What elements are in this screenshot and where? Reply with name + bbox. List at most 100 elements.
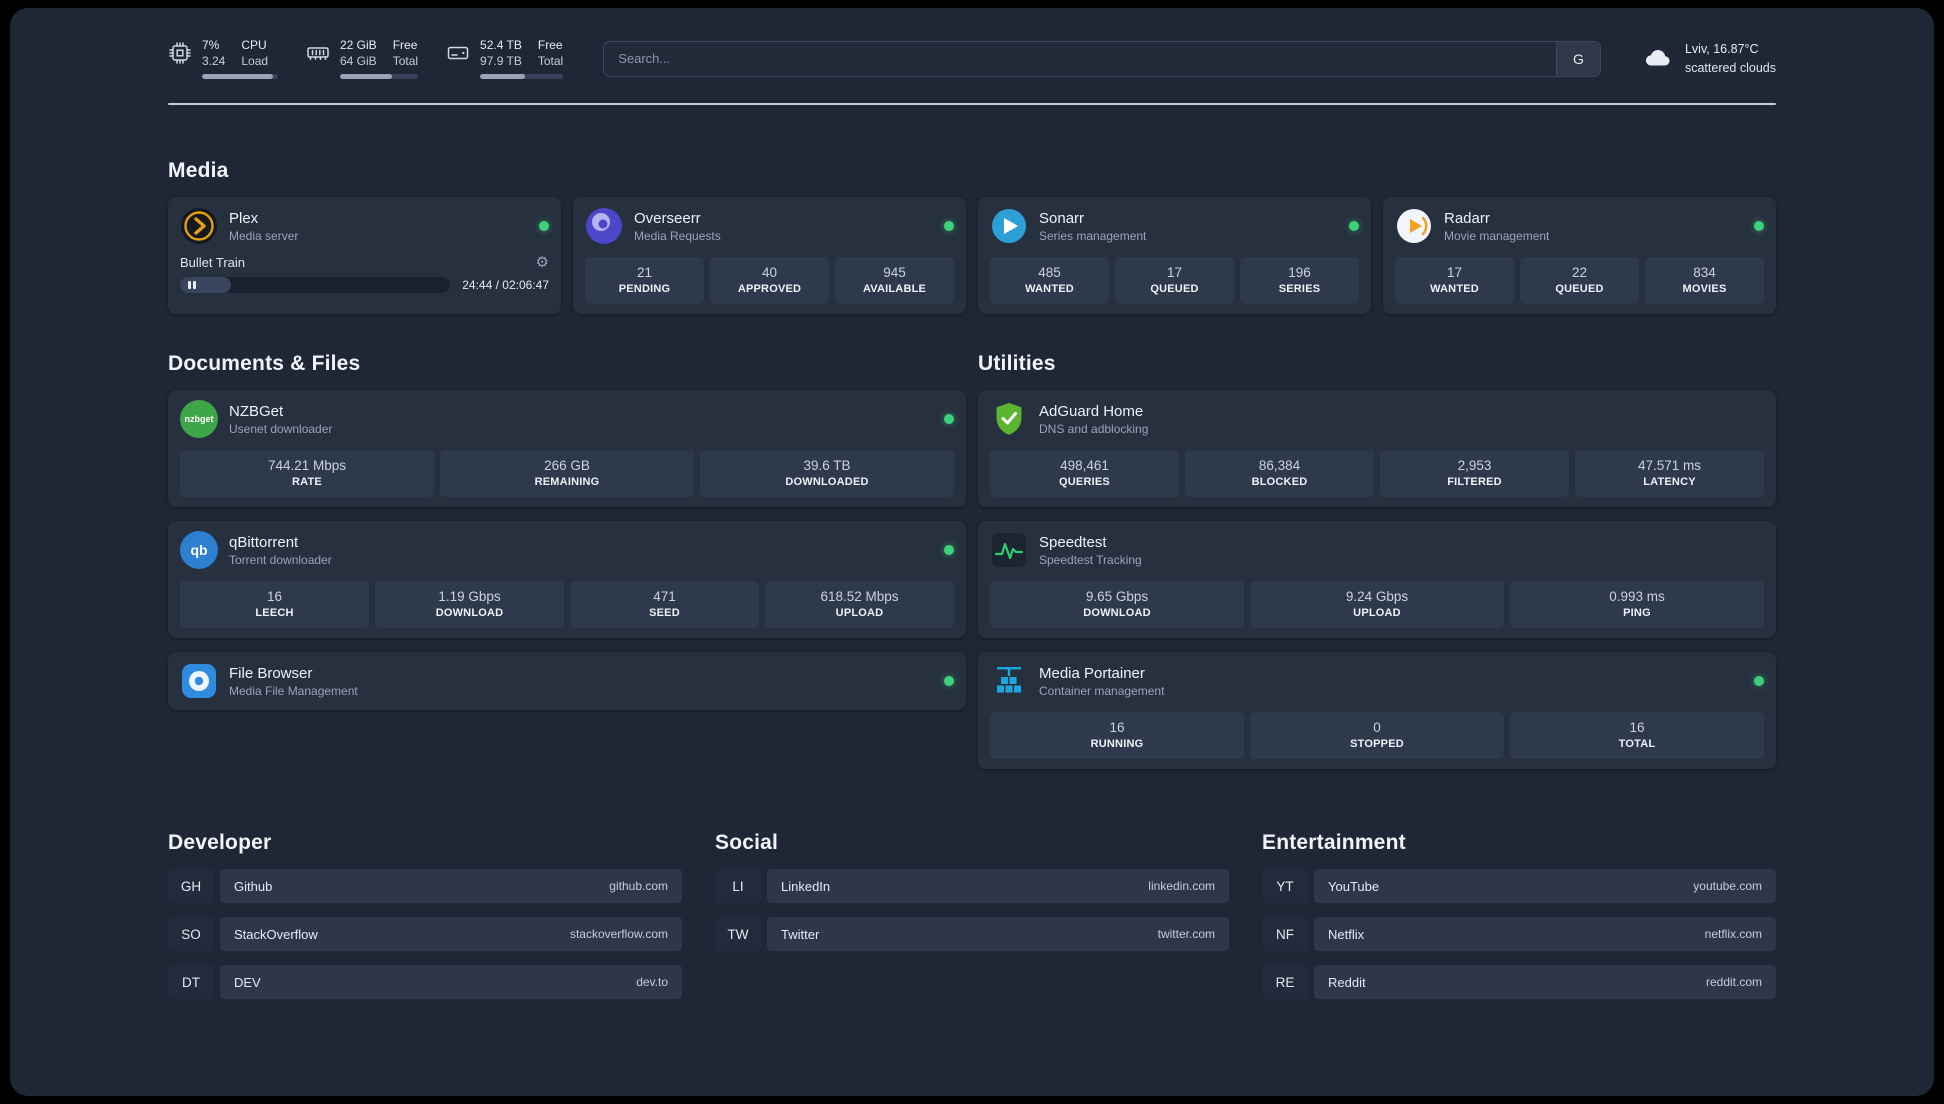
cpu-usage-bar xyxy=(202,74,278,80)
bookmark-domain: reddit.com xyxy=(1705,975,1762,990)
service-desc: Movie management xyxy=(1444,228,1550,243)
stat-tile: 39.6 TB DOWNLOADED xyxy=(700,450,954,498)
bookmark-group-social: Social LI LinkedIn linkedin.com TW Twitt… xyxy=(715,831,1229,999)
radarr-icon xyxy=(1395,207,1433,245)
bookmark-github[interactable]: GH Github github.com xyxy=(168,869,682,904)
bookmark-linkedin[interactable]: LI LinkedIn linkedin.com xyxy=(715,869,1229,904)
stat-tile: 9.24 Gbps UPLOAD xyxy=(1250,581,1504,629)
cpu-widget: 7% 3.24 CPU Load xyxy=(168,38,278,80)
disk-usage-bar-fill xyxy=(480,74,525,80)
bookmark-youtube[interactable]: YT YouTube youtube.com xyxy=(1262,869,1776,904)
bookmark-name: DEV xyxy=(234,974,261,990)
service-desc: Usenet downloader xyxy=(229,421,333,436)
stat-label: DOWNLOADED xyxy=(785,476,869,489)
service-card-qbittorrent[interactable]: qb qBittorrent Torrent downloader 16 LEE… xyxy=(168,521,966,639)
bookmark-stackoverflow[interactable]: SO StackOverflow stackoverflow.com xyxy=(168,917,682,952)
stat-tile: 16 TOTAL xyxy=(1510,712,1764,760)
stat-tile: 0.993 ms PING xyxy=(1510,581,1764,629)
topbar-divider xyxy=(168,103,1776,106)
stat-value: 21 xyxy=(636,265,653,281)
playback-time: 24:44 / 02:06:47 xyxy=(462,278,549,293)
search-provider-button[interactable]: G xyxy=(1555,41,1600,76)
stat-value: 498,461 xyxy=(1060,458,1109,474)
bookmark-name: LinkedIn xyxy=(781,878,831,894)
service-card-overseerr[interactable]: Overseerr Media Requests 21 PENDING 40 A… xyxy=(573,197,966,315)
service-name: Plex xyxy=(229,209,259,227)
stat-value: 17 xyxy=(1166,265,1183,281)
service-name: NZBGet xyxy=(229,402,284,420)
stat-label: QUEUED xyxy=(1150,283,1199,296)
stat-label: PING xyxy=(1623,607,1651,620)
service-desc: DNS and adblocking xyxy=(1039,421,1149,436)
status-dot xyxy=(944,414,954,425)
stat-label: APPROVED xyxy=(737,283,802,296)
service-card-portainer[interactable]: Media Portainer Container management 16 … xyxy=(978,652,1776,770)
section-documents: Documents & Files nzbget NZBGet Usenet d… xyxy=(168,352,966,711)
service-card-speedtest[interactable]: Speedtest Speedtest Tracking 9.65 Gbps D… xyxy=(978,521,1776,639)
status-dot xyxy=(944,221,954,232)
service-card-adguard[interactable]: AdGuard Home DNS and adblocking 498,461 … xyxy=(978,390,1776,508)
stat-tile: 1.19 Gbps DOWNLOAD xyxy=(375,581,564,629)
service-desc: Container management xyxy=(1039,683,1165,698)
bookmark-name: Twitter xyxy=(781,926,820,942)
stat-label: UPLOAD xyxy=(835,607,884,620)
stat-value: 485 xyxy=(1038,265,1061,281)
bookmark-abbr: NF xyxy=(1262,917,1308,952)
topbar: 7% 3.24 CPU Load 22 GiB 64 GiB Free Tota… xyxy=(168,38,1776,80)
stat-value: 47.571 ms xyxy=(1637,458,1702,474)
gear-icon[interactable]: ⚙ xyxy=(536,255,549,270)
stat-label: AVAILABLE xyxy=(862,283,927,296)
stat-tile: 47.571 ms LATENCY xyxy=(1575,450,1764,498)
stat-label: STOPPED xyxy=(1350,738,1404,751)
section-media: Media Plex Media server Bullet Train ⚙ 2… xyxy=(168,159,1776,315)
stat-value: 16 xyxy=(1629,720,1645,736)
stat-label: BLOCKED xyxy=(1251,476,1308,489)
service-card-plex[interactable]: Plex Media server Bullet Train ⚙ 24:44 /… xyxy=(168,197,561,315)
search-input[interactable] xyxy=(604,41,1556,76)
memory-icon xyxy=(306,41,330,70)
status-dot xyxy=(539,221,549,232)
stat-label: TOTAL xyxy=(1618,738,1656,751)
service-card-radarr[interactable]: Radarr Movie management 17 WANTED 22 QUE… xyxy=(1383,197,1776,315)
stat-tile: 498,461 QUERIES xyxy=(990,450,1179,498)
status-dot xyxy=(1754,676,1764,687)
cloud-icon xyxy=(1641,42,1675,75)
stat-tile: 485 WANTED xyxy=(990,257,1109,305)
service-desc: Media File Management xyxy=(229,683,358,698)
stat-value: 16 xyxy=(266,589,283,605)
stat-label: LEECH xyxy=(255,607,294,620)
service-name: qBittorrent xyxy=(229,533,299,551)
status-dot xyxy=(1754,221,1764,232)
service-name: Radarr xyxy=(1444,209,1490,227)
service-card-nzbget[interactable]: nzbget NZBGet Usenet downloader 744.21 M… xyxy=(168,390,966,508)
service-desc: Series management xyxy=(1039,228,1147,243)
bookmark-abbr: YT xyxy=(1262,869,1308,904)
bookmark-dev[interactable]: DT DEV dev.to xyxy=(168,965,682,1000)
stat-label: WANTED xyxy=(1430,283,1479,296)
status-dot xyxy=(944,676,954,687)
playback-progress-bar[interactable] xyxy=(180,277,451,294)
stat-tile: 17 WANTED xyxy=(1395,257,1514,305)
stat-tile: 471 SEED xyxy=(570,581,759,629)
bookmark-domain: twitter.com xyxy=(1157,927,1215,942)
stat-tile: 0 STOPPED xyxy=(1250,712,1504,760)
service-name: Speedtest xyxy=(1039,533,1107,551)
memory-total-value: 64 GiB xyxy=(340,53,377,68)
bookmark-twitter[interactable]: TW Twitter twitter.com xyxy=(715,917,1229,952)
service-card-filebrowser[interactable]: File Browser Media File Management xyxy=(168,652,966,711)
stat-label: RATE xyxy=(292,476,322,489)
bookmark-reddit[interactable]: RE Reddit reddit.com xyxy=(1262,965,1776,1000)
stat-tile: 744.21 Mbps RATE xyxy=(180,450,434,498)
bookmark-name: Github xyxy=(234,878,273,894)
pause-icon[interactable] xyxy=(188,281,196,290)
bookmark-abbr: TW xyxy=(715,917,761,952)
stat-tile: 16 LEECH xyxy=(180,581,369,629)
stat-tile: 618.52 Mbps UPLOAD xyxy=(765,581,954,629)
stat-value: 834 xyxy=(1693,265,1716,281)
service-card-sonarr[interactable]: Sonarr Series management 485 WANTED 17 Q… xyxy=(978,197,1371,315)
bookmark-netflix[interactable]: NF Netflix netflix.com xyxy=(1262,917,1776,952)
section-title-utilities: Utilities xyxy=(978,352,1056,376)
stat-value: 40 xyxy=(761,265,778,281)
search-bar: G xyxy=(603,40,1601,77)
bookmark-name: Netflix xyxy=(1328,926,1365,942)
